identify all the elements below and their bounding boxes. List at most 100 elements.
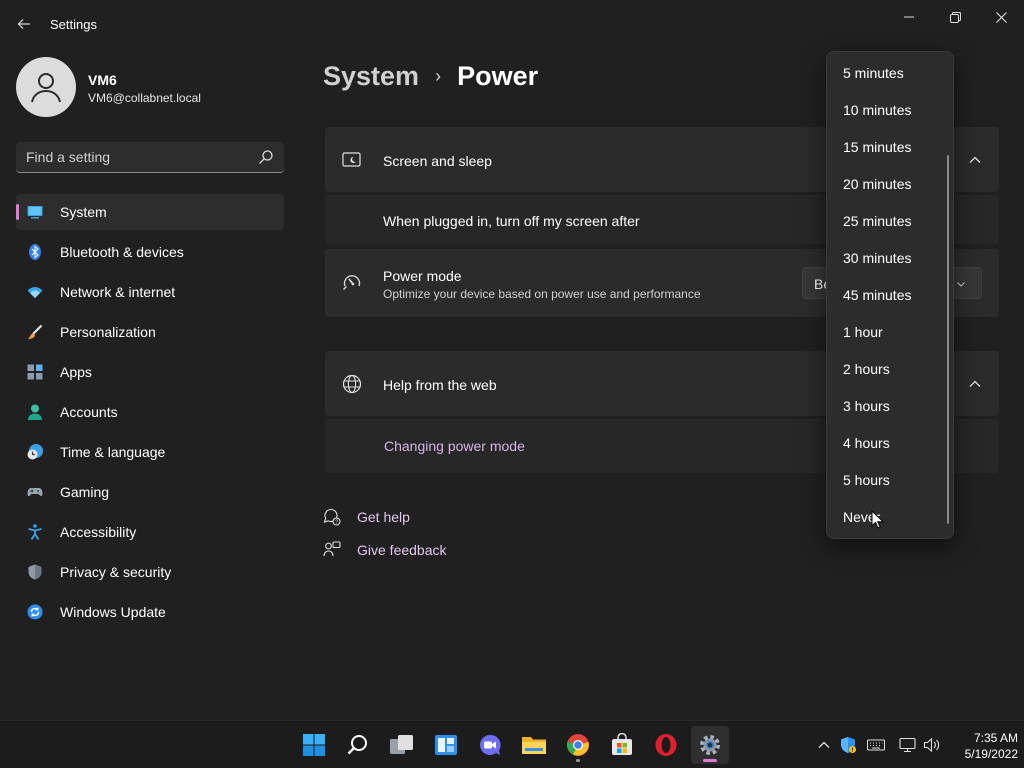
search-input[interactable]	[26, 142, 246, 172]
taskbar-opera[interactable]	[647, 726, 685, 764]
file-explorer-icon	[522, 737, 546, 754]
avatar[interactable]	[16, 57, 76, 117]
sidebar-item-network[interactable]: Network & internet	[16, 274, 284, 310]
task-view-icon	[390, 735, 413, 754]
screen-sleep-title: Screen and sleep	[383, 153, 492, 169]
windows-start-icon	[303, 734, 325, 756]
sidebar-item-windows-update[interactable]: Windows Update	[16, 594, 284, 630]
restore-button[interactable]	[935, 6, 975, 28]
widgets-icon	[435, 735, 457, 755]
svg-text:?: ?	[335, 520, 338, 526]
taskbar-widgets[interactable]	[427, 726, 465, 764]
settings-search[interactable]	[16, 142, 284, 173]
keyboard-icon	[867, 739, 885, 751]
screen-timeout-dropdown: 5 minutes 10 minutes 15 minutes 20 minut…	[826, 51, 954, 539]
screen-off-plugged-label: When plugged in, turn off my screen afte…	[383, 213, 640, 229]
sidebar-item-privacy[interactable]: Privacy & security	[16, 554, 284, 590]
volume-icon	[923, 737, 940, 753]
bluetooth-icon	[29, 244, 41, 260]
power-mode-icon	[343, 275, 361, 290]
chevron-up-icon[interactable]	[967, 376, 983, 392]
get-help-link[interactable]: ? Get help	[323, 507, 410, 527]
taskbar-chrome[interactable]	[559, 726, 597, 764]
sidebar-item-label: Bluetooth & devices	[60, 244, 184, 260]
clock-date: 5/19/2022	[964, 747, 1018, 761]
taskbar-search[interactable]	[339, 726, 377, 764]
dropdown-option[interactable]: 1 hour	[831, 315, 945, 349]
minimize-button[interactable]	[889, 6, 929, 28]
sidebar-item-accessibility[interactable]: Accessibility	[16, 514, 284, 550]
wifi-icon	[27, 287, 43, 298]
taskbar-settings[interactable]	[691, 726, 729, 764]
taskbar-teams-chat[interactable]	[471, 726, 509, 764]
dropdown-option[interactable]: 20 minutes	[831, 167, 945, 201]
tray-overflow[interactable]	[814, 735, 834, 755]
minimize-icon	[904, 16, 914, 18]
chevron-down-icon	[957, 282, 965, 287]
get-help-label: Get help	[357, 509, 410, 525]
dropdown-option[interactable]: 4 hours	[831, 426, 945, 460]
search-icon[interactable]	[258, 149, 274, 165]
taskbar-store[interactable]	[603, 726, 641, 764]
sidebar-item-accounts[interactable]: Accounts	[16, 394, 284, 430]
person-icon	[31, 73, 61, 103]
time-language-icon	[27, 444, 43, 460]
close-button[interactable]	[981, 6, 1021, 28]
tray-keyboard[interactable]	[866, 735, 886, 755]
sidebar-item-gaming[interactable]: Gaming	[16, 474, 284, 510]
chrome-icon	[567, 734, 589, 756]
sidebar-item-label: System	[60, 204, 107, 220]
dropdown-option[interactable]: 15 minutes	[831, 130, 945, 164]
tray-security[interactable]	[838, 735, 858, 755]
dropdown-option[interactable]: 10 minutes	[831, 93, 945, 127]
dropdown-option[interactable]: Never	[831, 500, 945, 534]
page-title: Power	[457, 60, 539, 91]
breadcrumb: System › Power	[323, 58, 538, 94]
sidebar-item-label: Windows Update	[60, 604, 166, 620]
system-clock[interactable]: 7:35 AM 5/19/2022	[944, 730, 1018, 762]
store-icon	[612, 733, 632, 755]
dropdown-option[interactable]: 5 minutes	[831, 56, 945, 90]
sidebar-item-label: Privacy & security	[60, 564, 172, 580]
active-indicator	[703, 759, 717, 762]
dropdown-option[interactable]: 2 hours	[831, 352, 945, 386]
gamepad-icon	[27, 488, 43, 496]
taskbar-start[interactable]	[295, 726, 333, 764]
tray-volume[interactable]	[922, 735, 942, 755]
mouse-cursor-icon	[871, 510, 885, 529]
power-mode-description: Optimize your device based on power use …	[383, 287, 701, 301]
dropdown-option[interactable]: 25 minutes	[831, 204, 945, 238]
feedback-icon	[323, 541, 341, 557]
chevron-up-icon	[818, 741, 830, 748]
close-icon	[995, 11, 1007, 23]
sidebar-item-personalization[interactable]: Personalization	[16, 314, 284, 350]
dropdown-option[interactable]: 30 minutes	[831, 241, 945, 275]
sidebar-item-apps[interactable]: Apps	[16, 354, 284, 390]
help-web-title: Help from the web	[383, 377, 497, 393]
user-name: VM6	[88, 72, 117, 88]
dropdown-option[interactable]: 3 hours	[831, 389, 945, 423]
sidebar-item-label: Accessibility	[60, 524, 137, 540]
breadcrumb-parent[interactable]: System	[323, 61, 419, 92]
dropdown-option[interactable]: 45 minutes	[831, 278, 945, 312]
apps-icon	[27, 364, 43, 380]
taskbar-task-view[interactable]	[383, 726, 421, 764]
dropdown-scrollbar[interactable]	[947, 155, 949, 524]
system-icon	[27, 206, 43, 219]
restore-icon	[949, 11, 961, 23]
breadcrumb-chevron-icon: ›	[435, 65, 442, 86]
taskbar-file-explorer[interactable]	[515, 726, 553, 764]
globe-icon	[342, 374, 362, 394]
dropdown-option[interactable]: 5 hours	[831, 463, 945, 497]
back-button[interactable]	[10, 10, 38, 38]
brush-icon	[28, 324, 43, 339]
tray-network[interactable]	[898, 735, 918, 755]
sidebar-item-system[interactable]: System	[16, 194, 284, 230]
sidebar-item-time-language[interactable]: Time & language	[16, 434, 284, 470]
give-feedback-label: Give feedback	[357, 542, 447, 558]
sidebar-item-bluetooth[interactable]: Bluetooth & devices	[16, 234, 284, 270]
chevron-up-icon[interactable]	[967, 152, 983, 168]
get-help-icon: ?	[323, 508, 341, 526]
changing-power-mode-link[interactable]: Changing power mode	[384, 438, 525, 454]
give-feedback-link[interactable]: Give feedback	[323, 540, 447, 560]
